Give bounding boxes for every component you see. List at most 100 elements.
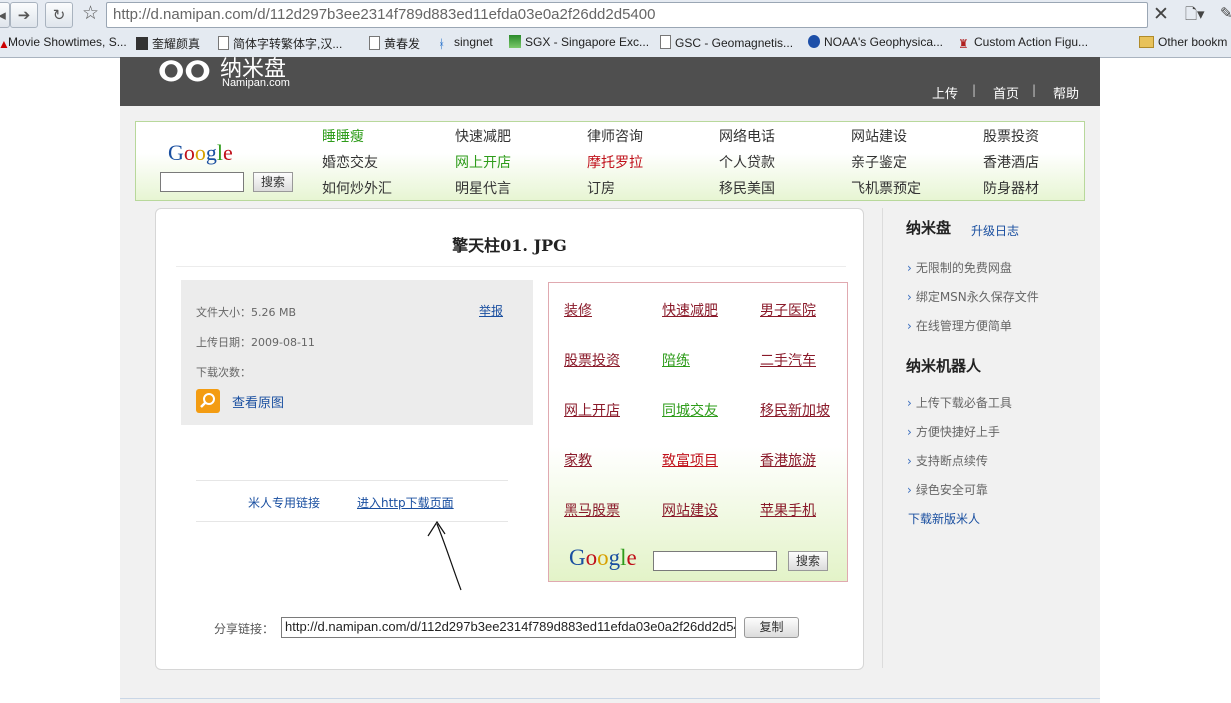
ad-link[interactable]: 飞机票预定 (851, 178, 921, 198)
right-ad-block: 装修 快速减肥 男子医院 股票投资 陪练 二手汽车 网上开店 同城交友 移民新加… (548, 282, 848, 582)
google-search-input[interactable] (653, 551, 777, 571)
ad-link[interactable]: 陪练 (662, 350, 690, 370)
page-menu-icon[interactable]: 🗋▾ (1185, 4, 1205, 29)
sidebar-feature-item: › 支持断点续传 (907, 454, 988, 468)
ad-link[interactable]: 婚恋交友 (322, 152, 378, 172)
ad-link[interactable]: 香港酒店 (983, 152, 1039, 172)
view-original-link[interactable]: 查看原图 (232, 392, 284, 411)
bookmark-item[interactable]: SGX - Singapore Exc... (509, 35, 649, 49)
ad-link[interactable]: 网站建设 (851, 126, 907, 146)
upload-date: 上传日期：2009-08-11 (196, 336, 315, 349)
page-icon (369, 36, 380, 50)
ad-link[interactable]: 网络电话 (719, 126, 775, 146)
sidebar-feature-item: › 上传下载必备工具 (907, 396, 1012, 410)
google-logo: Google (569, 545, 637, 570)
google-search-input[interactable] (160, 172, 244, 192)
bookmark-star-icon[interactable]: ☆ (82, 2, 99, 24)
google-search-button[interactable]: 搜索 (788, 551, 828, 571)
copy-button[interactable]: 复制 (744, 617, 799, 638)
report-link[interactable]: 举报 (479, 302, 503, 319)
nav-separator: | (972, 83, 977, 97)
divider (176, 266, 846, 267)
ad-link[interactable]: 明星代言 (455, 178, 511, 198)
bookmark-item[interactable]: GSC - Geomagnetis... (660, 35, 793, 50)
ad-link[interactable]: 订房 (587, 178, 615, 198)
ad-link[interactable]: 致富项目 (662, 450, 718, 470)
ad-link[interactable]: 黑马股票 (564, 500, 620, 520)
sidebar-feature-item: › 绑定MSN永久保存文件 (907, 290, 1039, 304)
ad-link[interactable]: 网站建设 (662, 500, 718, 520)
ad-link[interactable]: 如何炒外汇 (322, 178, 392, 198)
nav-help[interactable]: 帮助 (1053, 83, 1079, 102)
bookmark-item[interactable]: ♜ Custom Action Figu... (958, 35, 1088, 51)
file-panel: 擎天柱01. JPG 文件大小：5.26 MB 举报 上传日期：2009-08-… (155, 208, 864, 670)
file-title: 擎天柱01. JPG (452, 236, 567, 255)
stop-icon[interactable]: ✕ (1153, 3, 1169, 25)
nav-upload[interactable]: 上传 (932, 83, 958, 102)
address-toolbar: ◂ ➔ ↻ ☆ http://d.namipan.com/d/112d297b3… (0, 0, 1231, 31)
logo-subtext: Namipan.com (222, 77, 290, 89)
changelog-link[interactable]: 升级日志 (971, 222, 1019, 239)
ad-link[interactable]: 快速减肥 (455, 126, 511, 146)
ad-link[interactable]: 股票投资 (564, 350, 620, 370)
share-label: 分享链接： (214, 622, 275, 636)
hand-drawn-arrow (427, 520, 462, 591)
ad-link[interactable]: 装修 (564, 300, 592, 320)
ad-link[interactable]: 同城交友 (662, 400, 718, 420)
file-info-box: 文件大小：5.26 MB 举报 上传日期：2009-08-11 下载次数： 查看… (181, 280, 533, 425)
share-link-value: http://d.namipan.com/d/112d297b3ee2314f7… (285, 619, 736, 634)
bookmark-item[interactable]: 黄春发 (369, 35, 420, 52)
google-logo: Google (168, 140, 233, 165)
ad-link[interactable]: 香港旅游 (760, 450, 816, 470)
nav-home[interactable]: 首页 (993, 83, 1019, 102)
magnifier-icon[interactable] (196, 389, 220, 413)
mi-download-link[interactable]: 米人专用链接 (248, 494, 320, 511)
google-search-button[interactable]: 搜索 (253, 172, 293, 192)
bookmark-folder[interactable]: Other bookm (1139, 35, 1227, 49)
sidebar-feature-item: › 无限制的免费网盘 (907, 261, 1012, 275)
ad-link[interactable]: 男子医院 (760, 300, 816, 320)
footer-rule (120, 698, 1100, 699)
forward-icon[interactable]: ➔ (10, 2, 38, 28)
ad-link[interactable]: 睡睡瘦 (322, 126, 364, 146)
ad-link[interactable]: 股票投资 (983, 126, 1039, 146)
http-download-link[interactable]: 进入http下载页面 (357, 494, 454, 511)
ad-link[interactable]: 个人贷款 (719, 152, 775, 172)
back-icon[interactable]: ◂ (0, 2, 10, 28)
bookmark-item[interactable]: ᚼ singnet (438, 35, 493, 51)
ad-link[interactable]: 家教 (564, 450, 592, 470)
ad-link[interactable]: 快速减肥 (662, 300, 718, 320)
ad-link[interactable]: 网上开店 (564, 400, 620, 420)
logo-icon[interactable]: ⵔⵔ (158, 55, 211, 88)
sidebar-title-namipan: 纳米盘 (906, 219, 952, 237)
ad-link[interactable]: 摩托罗拉 (587, 152, 643, 172)
ad-link[interactable]: 防身器材 (983, 178, 1039, 198)
ad-link[interactable]: 移民新加坡 (760, 400, 830, 420)
ad-link[interactable]: 律师咨询 (587, 126, 643, 146)
ad-link[interactable]: 亲子鉴定 (851, 152, 907, 172)
bookmark-item[interactable]: 奎耀颜真 (136, 35, 200, 52)
bookmarks-bar: ▲Movie Showtimes, S... 奎耀颜真 简体字转繁体字,汉...… (0, 30, 1231, 58)
url-text: http://d.namipan.com/d/112d297b3ee2314f7… (113, 6, 656, 23)
bookmark-item[interactable]: 简体字转繁体字,汉... (218, 35, 342, 52)
bookmark-item[interactable]: ▲Movie Showtimes, S... (0, 35, 127, 51)
page-icon (660, 35, 671, 49)
divider (196, 480, 508, 481)
sidebar-feature-item: › 在线管理方便简单 (907, 319, 1012, 333)
download-client-link[interactable]: 下载新版米人 (908, 510, 980, 527)
ad-link[interactable]: 网上开店 (455, 152, 511, 172)
file-size: 文件大小：5.26 MB (196, 306, 297, 319)
bookmark-item[interactable]: NOAA's Geophysica... (808, 35, 943, 49)
share-link-field[interactable]: http://d.namipan.com/d/112d297b3ee2314f7… (281, 617, 736, 638)
tools-menu-icon[interactable]: ✎ (1220, 4, 1231, 22)
ad-link[interactable]: 二手汽车 (760, 350, 816, 370)
sidebar-feature-item: › 绿色安全可靠 (907, 483, 988, 497)
url-bar[interactable]: http://d.namipan.com/d/112d297b3ee2314f7… (106, 2, 1148, 28)
site-header: ⵔⵔ 纳米盘 Namipan.com 上传 | 首页 | 帮助 (120, 55, 1100, 106)
ad-link[interactable]: 苹果手机 (760, 500, 816, 520)
sidebar-divider (882, 208, 883, 668)
ad-link[interactable]: 移民美国 (719, 178, 775, 198)
reload-icon[interactable]: ↻ (45, 2, 73, 28)
nav-separator: | (1032, 83, 1037, 97)
sidebar-feature-item: › 方便快捷好上手 (907, 425, 1000, 439)
